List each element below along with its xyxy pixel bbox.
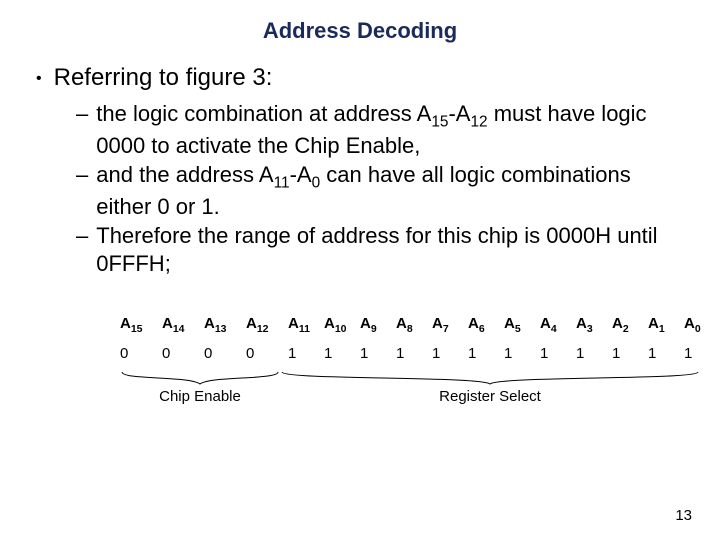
address-table: A15 A14 A13 A12 A11 A10 A9 A8 A7 A6 A5 A… (120, 315, 690, 405)
sub-bullet-2: and the address A11-A0 can have all logi… (96, 161, 690, 220)
sub-bullet-3: Therefore the range of address for this … (96, 222, 690, 277)
chip-enable-label: Chip Enable (120, 388, 280, 405)
sub-bullet-1: the logic combination at address A15-A12… (96, 100, 690, 159)
dash-icon: – (76, 161, 88, 220)
chip-enable-values: 0 0 0 0 (120, 345, 288, 362)
register-select-values: 1 1 1 1 1 1 1 1 1 1 1 1 (288, 345, 720, 362)
page-number: 13 (675, 507, 692, 524)
dash-icon: – (76, 100, 88, 159)
chip-enable-headers: A15 A14 A13 A12 (120, 315, 288, 335)
brace-icon (120, 370, 280, 386)
slide-title: Address Decoding (30, 18, 690, 44)
brace-icon (280, 370, 700, 386)
bullet-text: Referring to figure 3: (54, 64, 273, 92)
sub-bullet-list: – the logic combination at address A15-A… (76, 100, 690, 277)
register-select-headers: A11 A10 A9 A8 A7 A6 A5 A4 A3 A2 A1 A0 (288, 315, 720, 335)
register-select-label: Register Select (280, 388, 700, 405)
bullet-dot: • (36, 64, 42, 94)
dash-icon: – (76, 222, 88, 277)
